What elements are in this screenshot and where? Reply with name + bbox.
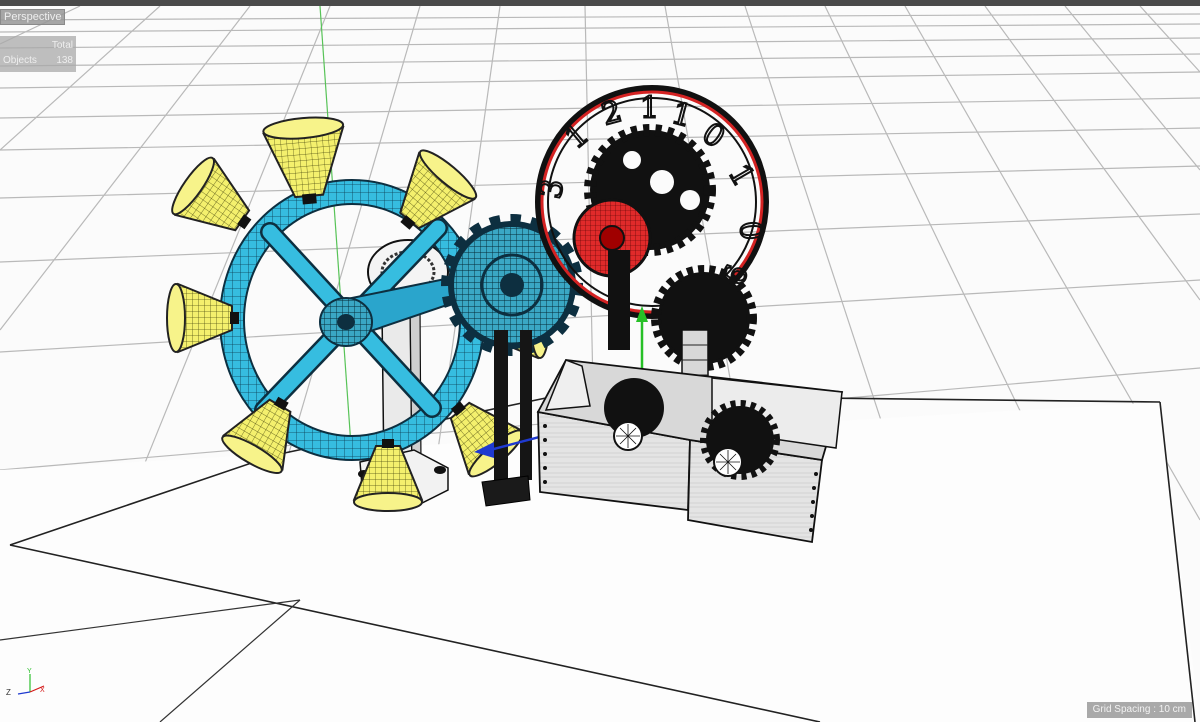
- scene-stats-panel: Total Objects 138: [0, 36, 76, 72]
- stats-objects-value: 138: [56, 55, 73, 66]
- stats-header-row: Total: [3, 39, 73, 52]
- axis-orientation-icon: Y Z X: [6, 668, 45, 696]
- scene-canvas[interactable]: 1 2 1 1 0 1 0 9 3: [0, 6, 1200, 722]
- svg-text:0: 0: [732, 220, 769, 242]
- svg-text:2: 2: [598, 94, 626, 133]
- stats-objects-row: Objects 138: [3, 54, 73, 67]
- 3d-viewport[interactable]: 1 2 1 1 0 1 0 9 3 Perspective Total Obje…: [0, 6, 1200, 722]
- axis-z-label: Z: [6, 688, 11, 696]
- grid-spacing-readout: Grid Spacing : 10 cm: [1086, 702, 1192, 718]
- stats-header: Total: [51, 40, 73, 51]
- svg-text:1: 1: [559, 117, 596, 156]
- viewport-view-label[interactable]: Perspective: [0, 9, 66, 25]
- svg-text:1: 1: [640, 91, 659, 126]
- axis-x-label: X: [40, 687, 45, 694]
- stats-objects-label: Objects: [3, 55, 37, 66]
- world-y-axis-line: [319, 6, 353, 461]
- striker-gear[interactable]: [441, 214, 583, 356]
- axis-y-label: Y: [27, 668, 32, 675]
